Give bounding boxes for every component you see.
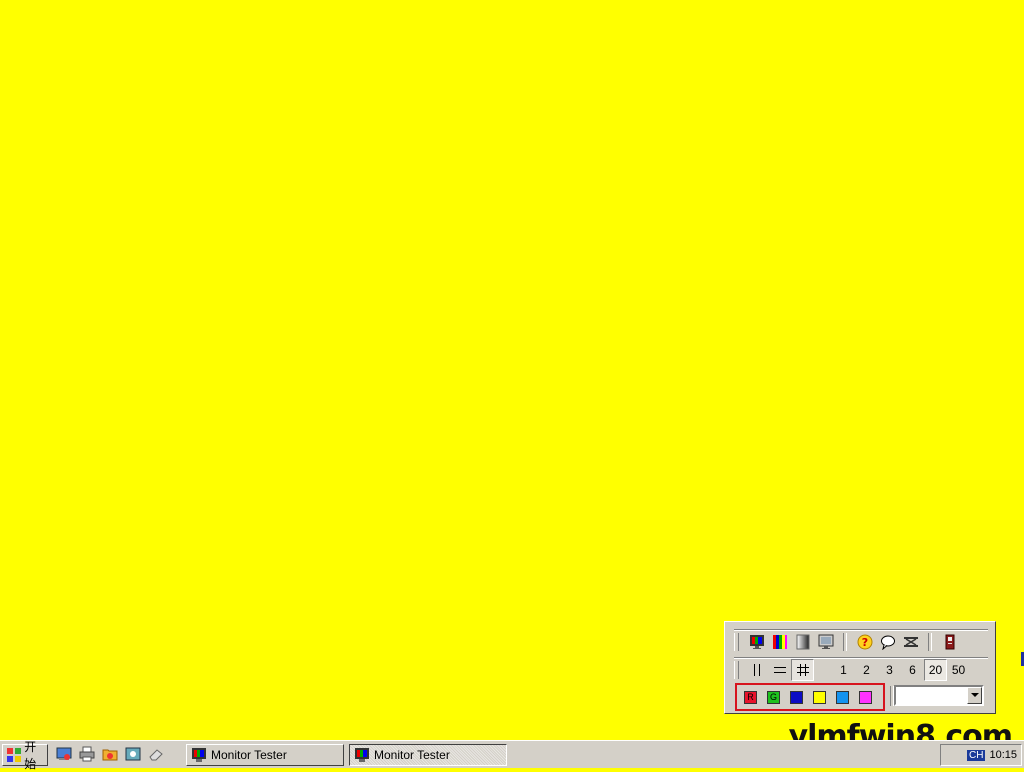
color-bars-icon[interactable]	[768, 631, 791, 653]
clock[interactable]: 10:15	[989, 749, 1017, 761]
monitor-icon[interactable]	[814, 631, 837, 653]
spacing-20-button[interactable]: 20	[924, 659, 947, 681]
speech-bubble-icon[interactable]	[876, 631, 899, 653]
vertical-lines-icon[interactable]	[745, 659, 768, 681]
svg-text:?: ?	[861, 636, 867, 649]
start-button[interactable]: 开始	[2, 740, 48, 771]
toolbar-grip[interactable]	[734, 633, 739, 651]
printer-icon[interactable]	[79, 746, 95, 762]
toolbar-row-tools: ?	[734, 629, 988, 654]
mode-dropdown[interactable]	[894, 685, 984, 706]
help-icon[interactable]: ?	[853, 631, 876, 653]
color-swatch-group: RG	[735, 683, 885, 711]
horizontal-lines-icon[interactable]	[768, 659, 791, 681]
grid-icon[interactable]	[791, 659, 814, 681]
color-swatch-1[interactable]: G	[767, 690, 780, 704]
color-swatch-3[interactable]	[813, 690, 826, 704]
monitor-tester-icon	[355, 748, 369, 762]
exit-icon[interactable]	[938, 631, 961, 653]
monitor-tester-icon	[192, 748, 206, 762]
system-tray: CH 10:15	[940, 744, 1022, 766]
task-label: Monitor Tester	[211, 748, 287, 762]
taskbar: 开始 Monitor Tester Monitor Tester CH 10:1…	[0, 740, 1024, 771]
network-icon[interactable]	[899, 631, 922, 653]
spacing-2-button[interactable]: 2	[855, 659, 878, 681]
gradient-icon[interactable]	[791, 631, 814, 653]
ime-indicator[interactable]: CH	[967, 749, 986, 761]
windows-logo-icon	[7, 748, 21, 762]
chevron-down-icon[interactable]	[967, 687, 982, 704]
color-swatch-5[interactable]	[859, 690, 872, 704]
task-monitor-tester-1[interactable]: Monitor Tester	[186, 744, 344, 766]
toolbar-row-lines: 1 2 3 6 20 50	[734, 657, 988, 682]
spacing-6-button[interactable]: 6	[901, 659, 924, 681]
desktop-icon[interactable]	[56, 746, 72, 762]
start-label: 开始	[24, 740, 37, 771]
monitor-color-icon[interactable]	[745, 631, 768, 653]
color-swatch-2[interactable]	[790, 690, 803, 704]
toolbar-separator	[928, 633, 932, 651]
toolbar-separator	[843, 633, 847, 651]
media-icon[interactable]	[125, 746, 141, 762]
monitor-tester-toolbar: ? 1 2 3 6 20 50 RG	[724, 621, 996, 714]
task-label: Monitor Tester	[374, 748, 450, 762]
spacing-1-button[interactable]: 1	[832, 659, 855, 681]
folder-icon[interactable]	[102, 746, 118, 762]
spacing-50-button[interactable]: 50	[947, 659, 970, 681]
eraser-icon[interactable]	[148, 746, 164, 762]
toolbar-grip[interactable]	[734, 661, 739, 679]
task-monitor-tester-2[interactable]: Monitor Tester	[349, 744, 507, 766]
spacing-3-button[interactable]: 3	[878, 659, 901, 681]
color-swatch-4[interactable]	[836, 690, 849, 704]
color-swatch-0[interactable]: R	[744, 690, 757, 704]
